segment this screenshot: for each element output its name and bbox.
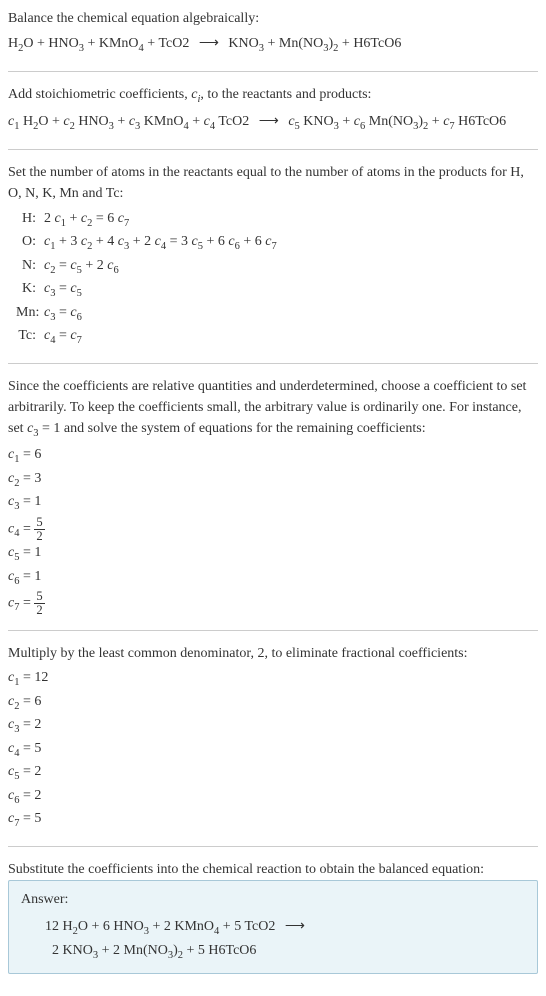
divider [8, 71, 538, 72]
atom-row-tc: Tc: c4 = c7 [16, 325, 538, 349]
atom-eq: c3 = c6 [44, 302, 538, 326]
coeff-row: c6 = 2 [8, 786, 538, 808]
atom-row-n: N: c2 = c5 + 2 c6 [16, 255, 538, 279]
coeff-row: c5 = 1 [8, 543, 538, 565]
atom-eq: c4 = c7 [44, 325, 538, 349]
coeff-row: c6 = 1 [8, 567, 538, 589]
divider [8, 363, 538, 364]
coeff-row: c5 = 2 [8, 762, 538, 784]
atom-eq: 2 c1 + c2 = 6 c7 [44, 208, 538, 232]
coeff-row: c4 = 52 [8, 516, 538, 542]
multiply-title: Multiply by the least common denominator… [8, 643, 538, 664]
section-multiply: Multiply by the least common denominator… [8, 643, 538, 831]
coeff-row: c2 = 3 [8, 469, 538, 491]
atom-label: Mn: [16, 302, 44, 326]
atoms-table: H: 2 c1 + c2 = 6 c7 O: c1 + 3 c2 + 4 c3 … [16, 208, 538, 349]
section-atoms: Set the number of atoms in the reactants… [8, 162, 538, 349]
atom-label: Tc: [16, 325, 44, 349]
atom-row-h: H: 2 c1 + c2 = 6 c7 [16, 208, 538, 232]
atom-eq: c3 = c5 [44, 278, 538, 302]
atom-label: O: [16, 231, 44, 255]
coeff-row: c3 = 1 [8, 492, 538, 514]
coeff-row: c7 = 5 [8, 809, 538, 831]
stoich-equation: c1 H2O + c2 HNO3 + c3 KMnO4 + c4 TcO2 ⟶ … [8, 111, 538, 135]
atom-eq: c2 = c5 + 2 c6 [44, 255, 538, 279]
coeff-row: c1 = 6 [8, 445, 538, 467]
coeff-row: c7 = 52 [8, 590, 538, 616]
atom-label: N: [16, 255, 44, 279]
atom-row-mn: Mn: c3 = c6 [16, 302, 538, 326]
answer-equation: 12 H2O + 6 HNO3 + 2 KMnO4 + 5 TcO2 ⟶ 2 K… [45, 916, 525, 965]
coeff-list-multiply: c1 = 12 c2 = 6 c3 = 2 c4 = 5 c5 = 2 c6 =… [8, 668, 538, 831]
intro-equation: H2O + HNO3 + KMnO4 + TcO2 ⟶ KNO3 + Mn(NO… [8, 33, 538, 57]
answer-box: Answer: 12 H2O + 6 HNO3 + 2 KMnO4 + 5 Tc… [8, 880, 538, 974]
atom-row-o: O: c1 + 3 c2 + 4 c3 + 2 c4 = 3 c5 + 6 c6… [16, 231, 538, 255]
atom-label: H: [16, 208, 44, 232]
divider [8, 630, 538, 631]
atoms-title: Set the number of atoms in the reactants… [8, 162, 538, 204]
atom-eq: c1 + 3 c2 + 4 c3 + 2 c4 = 3 c5 + 6 c6 + … [44, 231, 538, 255]
coeff-list: c1 = 6 c2 = 3 c3 = 1 c4 = 52 c5 = 1 c6 =… [8, 445, 538, 616]
section-balance-intro: Balance the chemical equation algebraica… [8, 8, 538, 57]
coeff-row: c3 = 2 [8, 715, 538, 737]
divider [8, 149, 538, 150]
answer-label: Answer: [21, 889, 525, 910]
substitute-title: Substitute the coefficients into the che… [8, 859, 538, 880]
atom-label: K: [16, 278, 44, 302]
section-solve: Since the coefficients are relative quan… [8, 376, 538, 616]
coeff-row: c1 = 12 [8, 668, 538, 690]
atom-row-k: K: c3 = c5 [16, 278, 538, 302]
intro-title: Balance the chemical equation algebraica… [8, 8, 538, 29]
stoich-title: Add stoichiometric coefficients, ci, to … [8, 84, 538, 108]
divider [8, 846, 538, 847]
coeff-row: c2 = 6 [8, 692, 538, 714]
section-stoichiometric: Add stoichiometric coefficients, ci, to … [8, 84, 538, 135]
section-substitute: Substitute the coefficients into the che… [8, 859, 538, 974]
coeff-row: c4 = 5 [8, 739, 538, 761]
solve-title: Since the coefficients are relative quan… [8, 376, 538, 442]
